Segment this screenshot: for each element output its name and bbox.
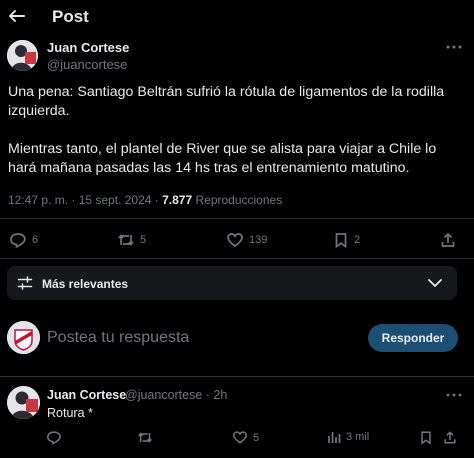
- views-count: 7.877: [162, 193, 193, 207]
- reply-icon: [47, 431, 61, 445]
- post-text: Una pena: Santiago Beltrán sufrió la rót…: [8, 84, 445, 176]
- share-icon: [444, 431, 456, 444]
- heart-icon: [227, 233, 243, 248]
- reply-author-handle[interactable]: @juancortese · 2h: [125, 388, 227, 402]
- reply-like-action[interactable]: 5: [232, 430, 259, 445]
- bookmark-count: 2: [354, 234, 361, 246]
- reply-count: 6: [32, 234, 39, 246]
- like-count: 139: [249, 234, 268, 246]
- reply-reply-action[interactable]: [46, 430, 62, 445]
- share-button[interactable]: [440, 232, 456, 248]
- repost-icon: [138, 432, 152, 443]
- post-timestamp[interactable]: 12:47 p. m. · 15 sept. 2024 ·: [8, 193, 159, 207]
- arrow-left-icon: [9, 10, 25, 22]
- reply-author-name[interactable]: Juan Cortese: [47, 388, 126, 402]
- reply-input[interactable]: Postea tu respuesta: [47, 329, 189, 347]
- views-chart-icon: [328, 432, 341, 443]
- bookmark-action[interactable]: 2: [333, 232, 360, 248]
- divider: [0, 376, 474, 377]
- more-dots-icon: [446, 45, 462, 49]
- more-dots-icon: [446, 393, 462, 397]
- reply-share-button[interactable]: [443, 430, 457, 445]
- like-action[interactable]: 139: [226, 232, 267, 248]
- reply-views-count: 3 mil: [346, 431, 370, 443]
- sliders-icon: [17, 275, 33, 291]
- page-title: Post: [52, 7, 89, 26]
- divider: [0, 218, 474, 219]
- reply-bookmark-action[interactable]: [419, 430, 433, 445]
- repost-count: 5: [140, 234, 147, 246]
- author-name[interactable]: Juan Cortese: [47, 40, 129, 55]
- post-meta: 12:47 p. m. · 15 sept. 2024 · 7.877 Repr…: [8, 193, 282, 207]
- reply-like-count: 5: [253, 431, 260, 444]
- back-button[interactable]: [6, 5, 28, 27]
- bookmark-icon: [335, 233, 347, 248]
- reply-action[interactable]: 6: [9, 232, 38, 248]
- reply-icon: [10, 233, 26, 248]
- repost-action[interactable]: 5: [117, 232, 146, 248]
- chevron-down-icon: [427, 277, 443, 289]
- author-handle[interactable]: @juancortese: [47, 57, 127, 72]
- reply-views-action[interactable]: 3 mil: [327, 430, 369, 444]
- repost-icon: [118, 234, 134, 246]
- bookmark-icon: [421, 431, 431, 445]
- reply-repost-action[interactable]: [137, 430, 153, 445]
- share-icon: [441, 232, 455, 247]
- user-avatar: [7, 321, 40, 354]
- reply-text: Rotura *: [47, 406, 93, 420]
- author-avatar[interactable]: [7, 40, 38, 71]
- divider: [0, 258, 474, 259]
- more-options-button[interactable]: [445, 40, 463, 54]
- reply-submit-button[interactable]: Responder: [368, 324, 458, 352]
- reply-author-avatar[interactable]: [7, 386, 40, 419]
- views-label: Reproducciones: [195, 193, 283, 207]
- reply-more-button[interactable]: [445, 389, 463, 401]
- sort-label: Más relevantes: [42, 277, 129, 291]
- heart-icon: [233, 431, 247, 444]
